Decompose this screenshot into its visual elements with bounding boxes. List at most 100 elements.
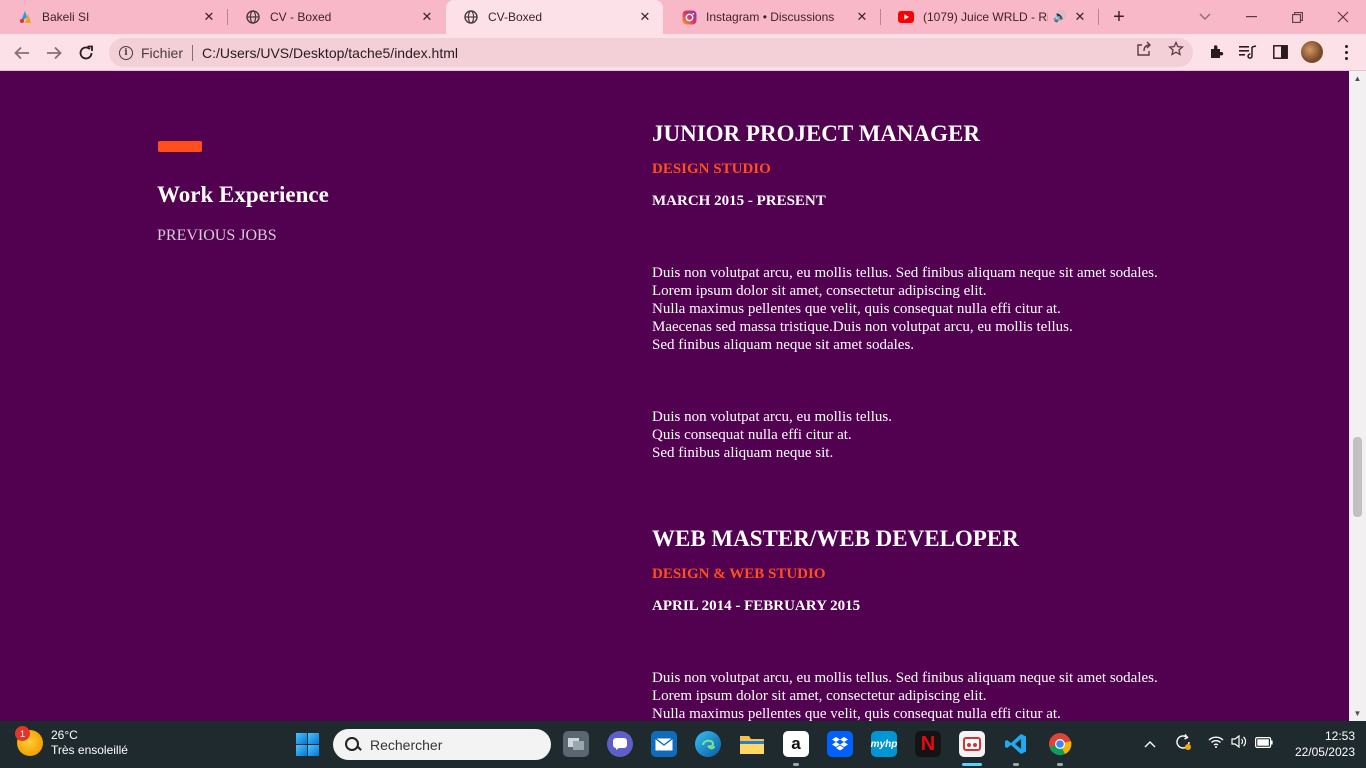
show-hidden-icons-icon[interactable] (1144, 735, 1156, 751)
vscode-icon[interactable] (1003, 731, 1029, 766)
weather-temp: 26°C (51, 728, 78, 742)
close-tab-icon[interactable]: ✕ (1070, 7, 1090, 27)
teams-icon[interactable] (607, 731, 633, 757)
url-text[interactable]: C:/Users/UVS/Desktop/tache5/index.html (202, 45, 458, 61)
tab-title: CV-Boxed (488, 10, 543, 24)
minimize-button[interactable] (1228, 0, 1274, 34)
tab-title: Instagram • Discussions (706, 10, 835, 24)
tab-cv-boxed-1[interactable]: CV - Boxed ✕ (228, 0, 445, 34)
close-tab-icon[interactable]: ✕ (417, 7, 437, 27)
profile-avatar[interactable] (1301, 41, 1323, 63)
job-description: Duis non volutpat arcu, eu mollis tellus… (652, 264, 1332, 354)
new-tab-button[interactable]: + (1108, 6, 1130, 28)
description-line: Lorem ipsum dolor sit amet, consectetur … (652, 688, 987, 704)
job-company: DESIGN STUDIO (652, 161, 771, 177)
description-line: Lorem ipsum dolor sit amet, consectetur … (652, 283, 987, 299)
address-separator (192, 44, 194, 61)
site-info-icon[interactable]: i (119, 45, 133, 60)
tab-search-button[interactable] (1182, 0, 1228, 34)
snipping-tool-icon[interactable] (959, 731, 985, 766)
description-line: Sed finibus aliquam neque sit amet sodal… (652, 337, 915, 353)
start-button[interactable] (296, 733, 319, 756)
bakeli-icon (17, 9, 33, 25)
sync-status-icon[interactable] (1174, 733, 1192, 754)
media-control-icon[interactable] (1238, 42, 1258, 62)
close-tab-icon[interactable]: ✕ (199, 7, 219, 27)
job-company: DESIGN & WEB STUDIO (652, 566, 826, 582)
tab-title: (1079) Juice WRLD - Righ (923, 10, 1048, 24)
section-title: Work Experience (157, 182, 329, 207)
instagram-icon (681, 9, 697, 25)
weather-widget[interactable]: 1 26°C Très ensoleillé (15, 726, 128, 758)
section-subtitle: PREVIOUS JOBS (157, 227, 277, 244)
task-view-icon[interactable] (563, 731, 589, 757)
sun-icon: 1 (15, 726, 43, 756)
clock[interactable]: 12:53 22/05/2023 (1283, 728, 1355, 760)
audio-playing-icon[interactable]: 🔊 (1053, 10, 1067, 23)
youtube-icon (898, 9, 914, 25)
description-line: Maecenas sed massa tristique.Duis non vo… (652, 319, 1073, 335)
job-title: JUNIOR PROJECT MANAGER (652, 121, 980, 146)
job-entry-1: JUNIOR PROJECT MANAGER DESIGN STUDIO MAR… (652, 121, 1332, 462)
description-line: Sed finibus aliquam neque sit. (652, 445, 834, 461)
tab-title: Bakeli SI (42, 10, 90, 24)
search-icon (344, 736, 362, 754)
extensions-icon[interactable] (1206, 42, 1226, 62)
weather-desc: Très ensoleillé (51, 743, 128, 757)
tab-cv-boxed-active[interactable]: CV-Boxed ✕ (446, 0, 663, 34)
close-tab-icon[interactable]: ✕ (635, 7, 655, 27)
page-viewport: Work Experience PREVIOUS JOBS JUNIOR PRO… (0, 71, 1366, 721)
job-entry-2: WEB MASTER/WEB DEVELOPER DESIGN & WEB ST… (652, 526, 1332, 721)
description-line: Duis non volutpat arcu, eu mollis tellus… (652, 409, 892, 425)
address-bar[interactable]: i Fichier C:/Users/UVS/Desktop/tache5/in… (109, 38, 1193, 67)
scroll-up-icon[interactable]: ▲ (1353, 74, 1362, 83)
clock-date: 22/05/2023 (1294, 745, 1355, 759)
volume-icon[interactable] (1231, 734, 1247, 751)
wifi-icon[interactable] (1208, 735, 1224, 751)
myhp-icon[interactable]: myhp (871, 731, 897, 757)
file-explorer-icon[interactable] (739, 731, 765, 757)
description-line: Duis non volutpat arcu, eu mollis tellus… (652, 670, 1158, 686)
edge-icon[interactable] (695, 731, 721, 757)
battery-icon[interactable] (1255, 735, 1273, 751)
description-line: Nulla maximus pellentes que velit, quis … (652, 301, 1061, 317)
bookmark-star-icon[interactable] (1167, 40, 1185, 58)
scrollbar-thumb[interactable] (1353, 437, 1362, 517)
clock-time: 12:53 (1324, 729, 1355, 743)
job-dates: MARCH 2015 - PRESENT (652, 193, 826, 209)
globe-icon (245, 9, 261, 25)
dropbox-icon[interactable] (827, 731, 853, 757)
tab-bakeli[interactable]: Bakeli SI ✕ (0, 0, 227, 34)
tab-strip: Bakeli SI ✕ CV - Boxed ✕ CV-Boxed ✕ Inst… (0, 0, 1366, 34)
job-dates: APRIL 2014 - FEBRUARY 2015 (652, 598, 861, 614)
globe-icon (463, 9, 479, 25)
chrome-menu-icon[interactable] (1338, 42, 1354, 62)
close-tab-icon[interactable]: ✕ (852, 7, 872, 27)
tab-separator (1098, 9, 1099, 25)
job-description: Duis non volutpat arcu, eu mollis tellus… (652, 669, 1332, 721)
share-icon[interactable] (1135, 40, 1153, 58)
scroll-down-icon[interactable]: ▼ (1353, 709, 1362, 718)
reload-button[interactable] (72, 39, 100, 67)
netflix-icon[interactable]: N (915, 731, 941, 757)
section-accent-bar (158, 141, 202, 152)
forward-button[interactable] (40, 39, 68, 67)
vertical-scrollbar[interactable]: ▲ ▼ (1349, 71, 1366, 721)
restore-button[interactable] (1274, 0, 1320, 34)
tab-instagram[interactable]: Instagram • Discussions ✕ (664, 0, 880, 34)
browser-toolbar: i Fichier C:/Users/UVS/Desktop/tache5/in… (0, 34, 1366, 71)
tab-title: CV - Boxed (270, 10, 332, 24)
scheme-label: Fichier (141, 44, 184, 61)
description-line: Nulla maximus pellentes que velit, quis … (652, 706, 1061, 721)
job-title: WEB MASTER/WEB DEVELOPER (652, 526, 1019, 551)
description-line: Duis non volutpat arcu, eu mollis tellus… (652, 265, 1158, 281)
back-button[interactable] (8, 39, 36, 67)
chrome-icon[interactable] (1047, 731, 1073, 766)
notification-badge: 1 (15, 726, 30, 741)
mail-icon[interactable] (651, 731, 677, 757)
windows-taskbar: 1 26°C Très ensoleillé Rechercher a myhp… (0, 721, 1366, 768)
amazon-icon[interactable]: a (783, 731, 809, 766)
close-window-button[interactable] (1320, 0, 1366, 34)
side-panel-icon[interactable] (1270, 42, 1290, 62)
taskbar-search[interactable]: Rechercher (333, 729, 551, 760)
